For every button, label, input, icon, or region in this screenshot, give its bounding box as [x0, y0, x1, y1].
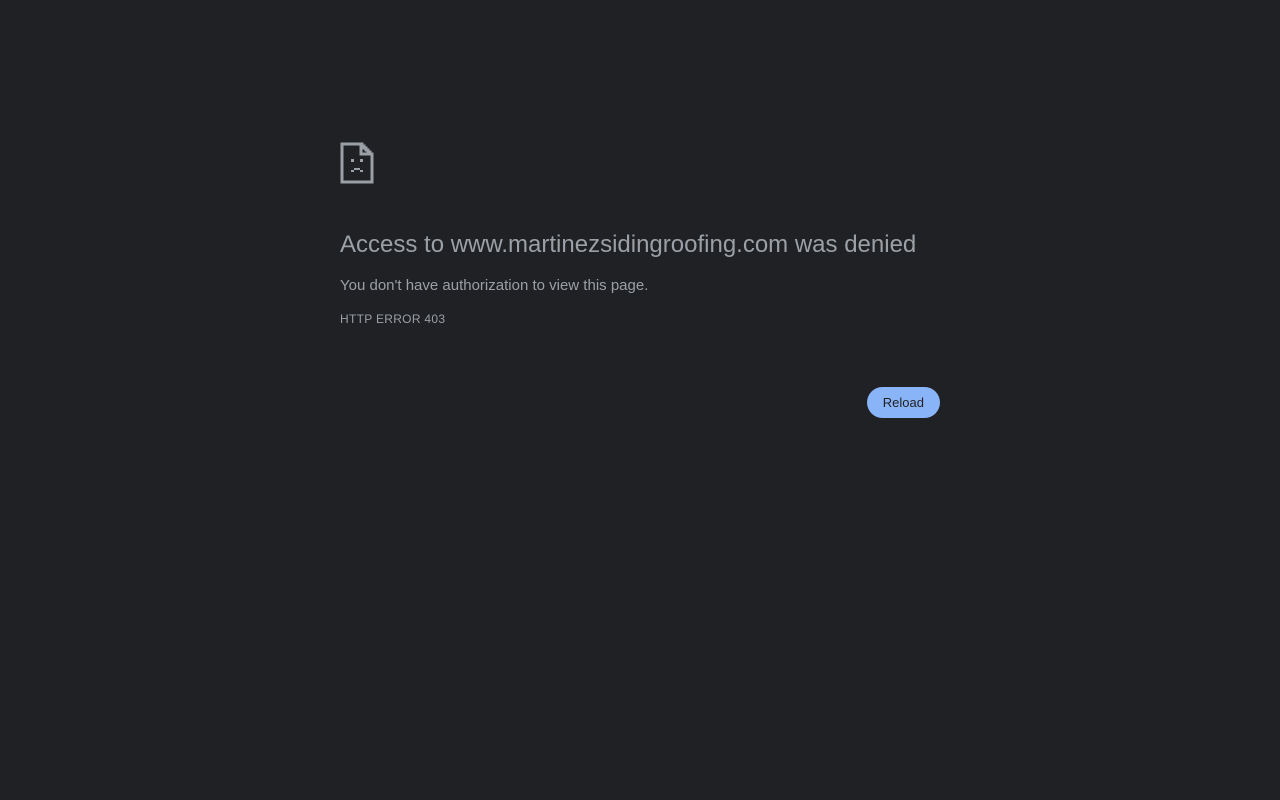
button-row: Reload	[340, 387, 940, 418]
error-page: Access to www.martinezsidingroofing.com …	[0, 0, 1280, 800]
reload-button[interactable]: Reload	[866, 387, 940, 418]
sad-page-icon	[340, 142, 374, 184]
error-code: HTTP ERROR 403	[340, 312, 446, 326]
error-content: Access to www.martinezsidingroofing.com …	[340, 142, 940, 327]
error-message: You don't have authorization to view thi…	[340, 277, 649, 294]
error-headline: Access to www.martinezsidingroofing.com …	[340, 231, 917, 258]
